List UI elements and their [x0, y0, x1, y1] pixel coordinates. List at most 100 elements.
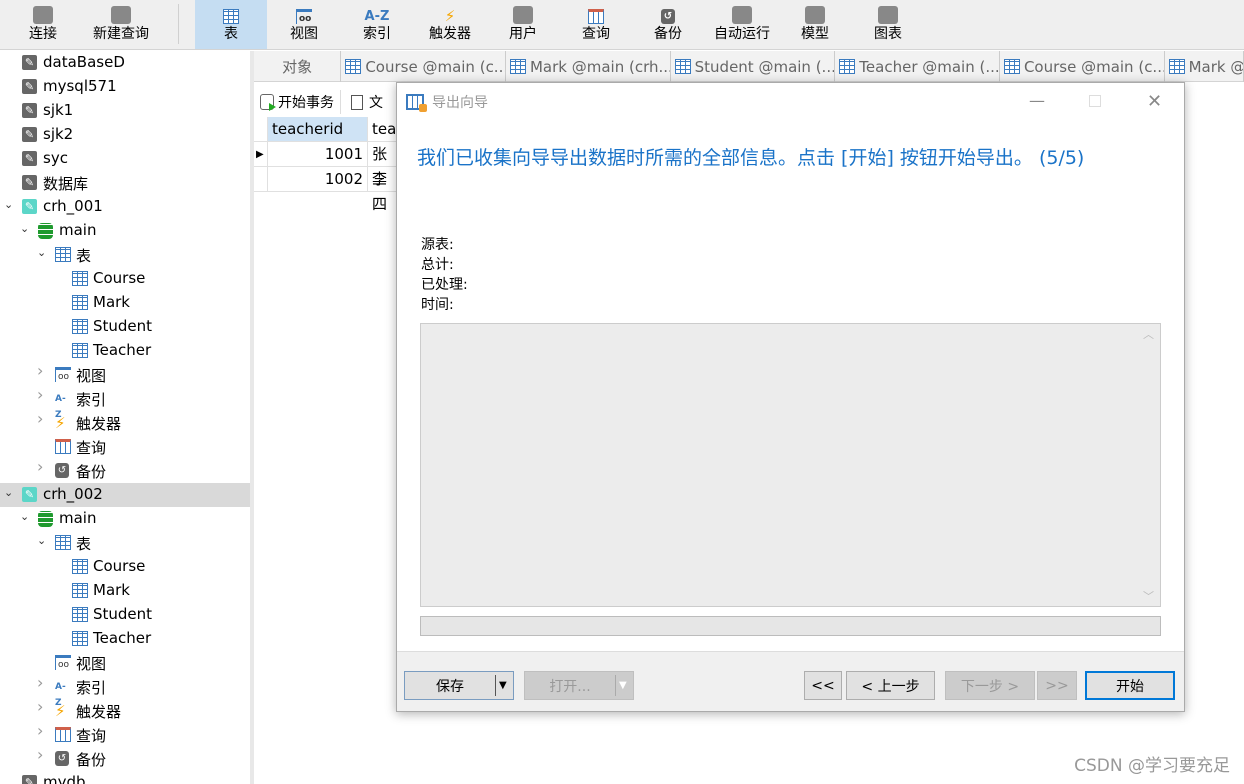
text-button[interactable]: 文 — [341, 92, 393, 112]
save-label: 保存 — [436, 678, 464, 695]
toolbar-chart-button[interactable]: 图表 — [858, 0, 918, 49]
tree-item[interactable]: ⌄ 表 — [0, 531, 250, 555]
scroll-up-icon[interactable]: ︿ — [1143, 326, 1154, 342]
tree-item[interactable]: ✎ 数据库 — [0, 171, 250, 195]
tree-item[interactable]: ✎ syc — [0, 147, 250, 171]
tree-item[interactable]: ⌄ ✎ crh_002 — [0, 483, 250, 507]
table-cell[interactable]: 1001 — [268, 142, 368, 167]
tree-item[interactable]: Student — [0, 603, 250, 627]
tree-item[interactable]: › ↺ 备份 — [0, 747, 250, 771]
first-step-button[interactable]: << — [804, 671, 842, 700]
toolbar-model-button[interactable]: 模型 — [784, 0, 846, 49]
toolbar-label: 模型 — [801, 26, 829, 42]
tree-item[interactable]: › 查询 — [0, 723, 250, 747]
tree-item[interactable]: ⌄ ✎ crh_001 — [0, 195, 250, 219]
tree-item[interactable]: Teacher — [0, 627, 250, 651]
tree-item[interactable]: › ⚡ 触发器 — [0, 699, 250, 723]
tree-item[interactable]: ✎ sjk1 — [0, 99, 250, 123]
tree-item[interactable]: Teacher — [0, 339, 250, 363]
last-step-button[interactable]: >> — [1037, 671, 1077, 700]
tab-label: Student @main (... — [694, 57, 836, 76]
tab-table[interactable]: Mark @ — [1165, 51, 1244, 82]
begin-transaction-button[interactable]: 开始事务 — [254, 90, 341, 114]
toolbar-plug-button[interactable]: 连接 — [20, 0, 66, 49]
tree-item[interactable]: Mark — [0, 579, 250, 603]
row-selector[interactable]: ▶ — [254, 142, 268, 167]
tree-item[interactable]: › A-Z 索引 — [0, 387, 250, 421]
tab-table[interactable]: Course @main (c... — [341, 51, 506, 82]
next-step-button[interactable]: 下一步 > — [945, 671, 1035, 700]
chevron-down-icon[interactable]: ⌄ — [4, 487, 14, 498]
tree-item[interactable]: Course — [0, 267, 250, 291]
toolbar-trigger-button[interactable]: ⚡ 触发器 — [414, 0, 486, 49]
tab-table[interactable]: Student @main (... — [671, 51, 836, 82]
save-dropdown-icon[interactable]: ▼ — [495, 675, 507, 696]
tree-item[interactable]: oo 视图 — [0, 651, 250, 675]
tab-label: Course @main (c... — [1023, 57, 1165, 76]
toolbar-backup-button[interactable]: ↺ 备份 — [636, 0, 700, 49]
chevron-right-icon[interactable]: › — [37, 675, 47, 691]
previous-step-button[interactable]: < 上一步 — [846, 671, 935, 700]
chevron-down-icon[interactable]: ⌄ — [4, 199, 14, 210]
toolbar-schedule-button[interactable]: 自动运行 — [704, 0, 780, 49]
chevron-right-icon[interactable]: › — [37, 723, 47, 739]
tree-item[interactable]: ✎ sjk2 — [0, 123, 250, 147]
table-cell[interactable]: 张三 — [368, 142, 398, 188]
export-log-area[interactable]: ︿ ﹀ — [420, 323, 1161, 607]
chevron-right-icon[interactable]: › — [37, 363, 47, 379]
tree-item[interactable]: ⌄ 表 — [0, 243, 250, 267]
dialog-title: 导出向导 — [432, 95, 488, 111]
toolbar-new-query-button[interactable]: 新建查询 — [86, 0, 156, 49]
close-button[interactable]: ✕ — [1147, 91, 1162, 112]
toolbar-user-button[interactable]: 用户 — [490, 0, 556, 49]
tree-item[interactable]: › oo 视图 — [0, 363, 250, 387]
toolbar-index-button[interactable]: A-Z 索引 — [340, 0, 414, 49]
tree-item[interactable]: 查询 — [0, 435, 250, 459]
chevron-down-icon[interactable]: ⌄ — [37, 247, 47, 258]
tree-item[interactable]: ✎ mysql571 — [0, 75, 250, 99]
table-icon — [509, 59, 526, 74]
tree-item[interactable]: ⌄ main — [0, 219, 250, 243]
chevron-right-icon[interactable]: › — [37, 411, 47, 427]
tree-item[interactable]: ✎ dataBaseD — [0, 51, 250, 75]
row-selector[interactable] — [254, 167, 268, 192]
table-cell[interactable]: 李四 — [368, 167, 398, 213]
minimize-button[interactable]: — — [1029, 91, 1045, 110]
tree-item[interactable]: Student — [0, 315, 250, 339]
tree-item[interactable]: ✎ mydb — [0, 771, 250, 784]
tab-table[interactable]: Mark @main (crh... — [506, 51, 671, 82]
toolbar-label: 连接 — [29, 26, 57, 42]
open-dropdown-icon[interactable]: ▼ — [615, 675, 627, 696]
scroll-down-icon[interactable]: ﹀ — [1143, 588, 1154, 604]
chevron-down-icon[interactable]: ⌄ — [20, 511, 30, 522]
table-cell[interactable]: 1002 — [268, 167, 368, 192]
chevron-down-icon[interactable]: ⌄ — [20, 223, 30, 234]
toolbar-query-button[interactable]: 查询 — [560, 0, 632, 49]
chevron-right-icon[interactable]: › — [37, 459, 47, 475]
tree-item[interactable]: › ⚡ 触发器 — [0, 411, 250, 435]
tree-item[interactable]: › ↺ 备份 — [0, 459, 250, 483]
chevron-down-icon[interactable]: ⌄ — [37, 535, 47, 546]
tree-item[interactable]: ⌄ main — [0, 507, 250, 531]
document-icon — [351, 94, 363, 110]
maximize-button[interactable] — [1089, 95, 1101, 107]
column-header[interactable]: teac — [368, 117, 405, 142]
sqlite-icon: ✎ — [22, 775, 38, 784]
tab-table[interactable]: Teacher @main (... — [835, 51, 1000, 82]
save-button[interactable]: 保存 ▼ — [404, 671, 514, 700]
tree-item-label: 数据库 — [43, 175, 89, 193]
trigger-icon: ⚡ — [55, 702, 66, 720]
open-button[interactable]: 打开... ▼ — [524, 671, 634, 700]
tree-item[interactable]: Mark — [0, 291, 250, 315]
chevron-right-icon[interactable]: › — [37, 387, 47, 403]
tree-item[interactable]: › A-Z 索引 — [0, 675, 250, 709]
tab-table[interactable]: Course @main (c... — [1000, 51, 1165, 82]
toolbar-view-button[interactable]: oo 视图 — [272, 0, 336, 49]
tab-objects[interactable]: 对象 — [254, 51, 342, 82]
chevron-right-icon[interactable]: › — [37, 699, 47, 715]
start-button[interactable]: 开始 — [1085, 671, 1175, 700]
column-header[interactable]: teacherid — [268, 117, 368, 142]
chevron-right-icon[interactable]: › — [37, 747, 47, 763]
toolbar-table-button[interactable]: 表 — [195, 0, 267, 49]
tree-item[interactable]: Course — [0, 555, 250, 579]
